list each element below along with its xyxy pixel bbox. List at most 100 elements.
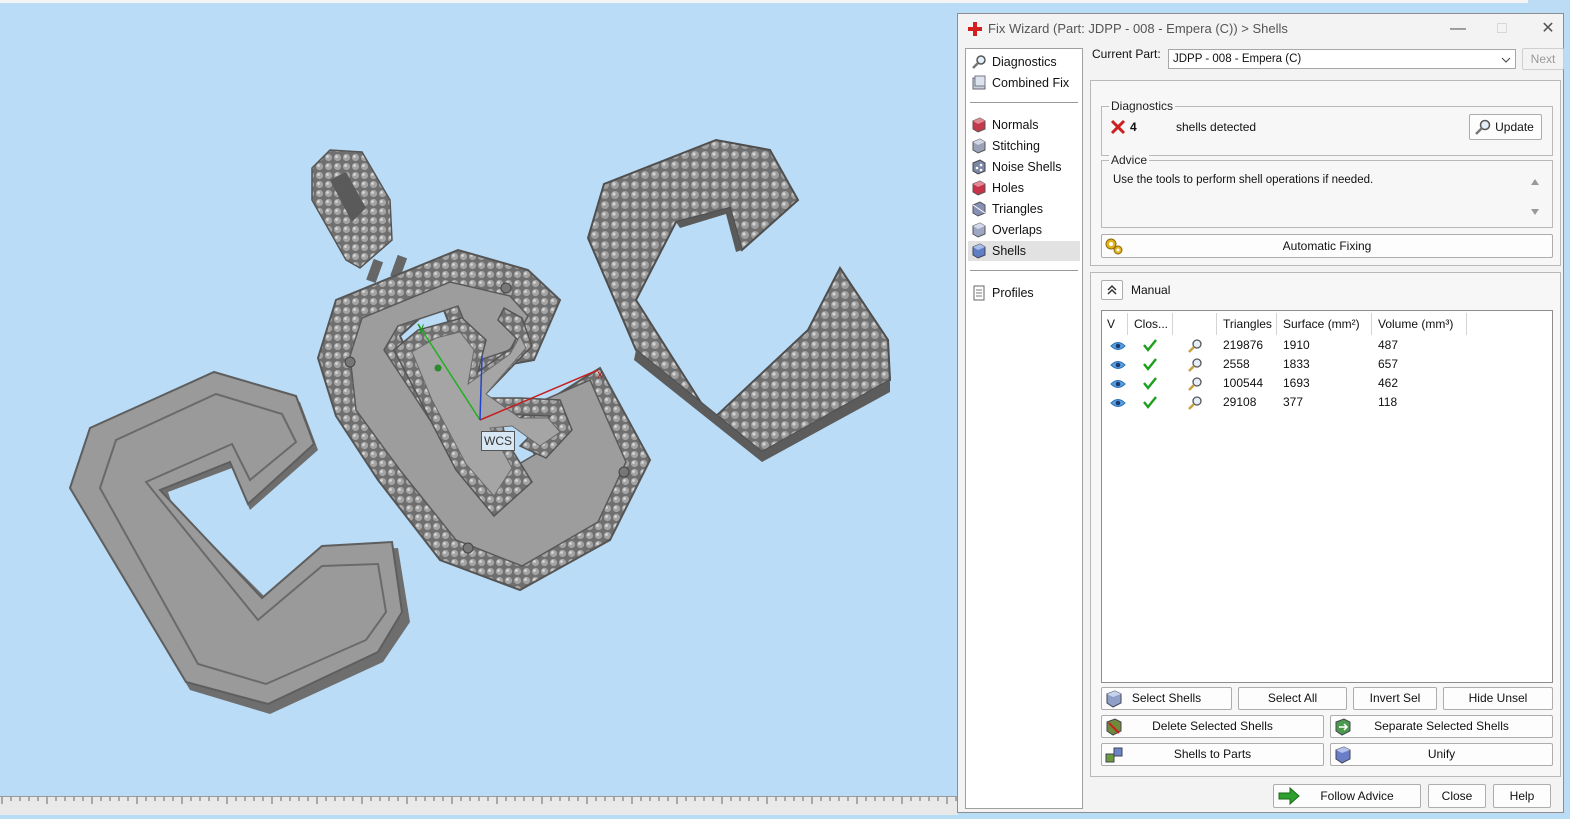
- shells-to-parts-button[interactable]: Shells to Parts: [1101, 743, 1324, 766]
- cell-volume: 657: [1378, 357, 1399, 371]
- col-header-closed[interactable]: Clos...: [1128, 313, 1173, 335]
- 3d-viewport[interactable]: x y WCS: [0, 0, 958, 815]
- nav-item-triangles[interactable]: Triangles: [968, 199, 1080, 219]
- title-bar: Fix Wizard (Part: JDPP - 008 - Empera (C…: [958, 14, 1563, 44]
- cell-triangles: 100544: [1223, 376, 1264, 390]
- stitching-cube-icon: [972, 138, 986, 154]
- col-header-volume[interactable]: Volume (mm³): [1372, 313, 1467, 335]
- paved-letter-c-right: [586, 138, 892, 462]
- axis-y-label: y: [418, 320, 424, 334]
- cell-surface: 377: [1283, 395, 1304, 409]
- manual-title: Manual: [1131, 283, 1171, 297]
- nav-item-profiles[interactable]: Profiles: [968, 283, 1080, 303]
- advice-box: [1101, 160, 1553, 228]
- magnifier-icon[interactable]: [1187, 395, 1203, 414]
- nav-separator: [970, 270, 1078, 271]
- select-shells-button[interactable]: Select Shells: [1101, 687, 1232, 710]
- cell-triangles: 29108: [1223, 395, 1257, 409]
- cell-surface: 1910: [1283, 338, 1310, 352]
- delete-shell-icon: [1106, 718, 1122, 736]
- normals-cube-icon: [972, 117, 986, 133]
- error-x-icon: [1110, 119, 1126, 135]
- profiles-icon: [973, 285, 985, 301]
- nav-item-diagnostics[interactable]: Diagnostics: [968, 52, 1080, 72]
- help-button[interactable]: Help: [1493, 784, 1551, 808]
- cell-triangles: 2558: [1223, 357, 1250, 371]
- nav-item-normals[interactable]: Normals: [968, 115, 1080, 135]
- select-all-button[interactable]: Select All: [1238, 687, 1347, 710]
- magnifier-icon: [972, 55, 986, 69]
- fix-wizard-dialog: Fix Wizard (Part: JDPP - 008 - Empera (C…: [957, 13, 1564, 813]
- nav-item-combined-fix[interactable]: Combined Fix: [968, 73, 1080, 93]
- pendant-outline-letters: [316, 248, 652, 592]
- advice-text: Use the tools to perform shell operation…: [1113, 174, 1374, 186]
- separate-shell-icon: [1335, 718, 1351, 736]
- cell-volume: 462: [1378, 376, 1399, 390]
- chevron-up-double-icon: [1107, 284, 1117, 295]
- nav-item-holes[interactable]: Holes: [968, 178, 1080, 198]
- table-row[interactable]: 2558 1833 657: [1102, 355, 1552, 374]
- shells-cube-icon: [972, 243, 986, 259]
- model-render: [68, 138, 892, 714]
- top-edge: [0, 0, 1528, 3]
- invert-sel-button[interactable]: Invert Sel: [1353, 687, 1437, 710]
- follow-advice-button[interactable]: Follow Advice: [1273, 784, 1421, 808]
- col-header-surface[interactable]: Surface (mm²): [1277, 313, 1372, 335]
- nav-item-overlaps[interactable]: Overlaps: [968, 220, 1080, 240]
- current-part-label: Current Part:: [1092, 47, 1161, 61]
- wcs-label: WCS: [481, 431, 515, 451]
- advice-title: Advice: [1109, 153, 1150, 167]
- diagnostics-title: Diagnostics: [1109, 99, 1176, 113]
- separate-selected-shells-button[interactable]: Separate Selected Shells: [1330, 715, 1553, 738]
- ruler-ticks: [1, 797, 957, 804]
- table-row[interactable]: 219876 1910 487: [1102, 336, 1552, 355]
- unify-cube-icon: [1335, 746, 1351, 764]
- nav-separator: [970, 102, 1078, 103]
- nav-item-stitching[interactable]: Stitching: [968, 136, 1080, 156]
- collapse-manual-button[interactable]: [1101, 280, 1123, 300]
- fix-wizard-app-icon: [968, 22, 982, 36]
- arrow-right-icon: [1278, 787, 1300, 805]
- select-shells-cube-icon: [1106, 690, 1122, 708]
- nav-item-noise-shells[interactable]: Noise Shells: [968, 157, 1080, 177]
- close-button[interactable]: Close: [1428, 784, 1486, 808]
- holes-cube-icon: [972, 180, 986, 196]
- triangles-cube-icon: [972, 201, 986, 217]
- noise-shells-icon: [972, 159, 986, 175]
- automatic-fixing-button[interactable]: Automatic Fixing: [1101, 234, 1553, 258]
- scroll-up-arrow-icon[interactable]: [1530, 178, 1540, 186]
- minimize-button[interactable]: —: [1446, 18, 1470, 40]
- axis-x-label: x: [597, 367, 603, 381]
- cell-volume: 118: [1378, 395, 1398, 409]
- shells-table[interactable]: V Clos... Triangles Surface (mm²) Volume…: [1101, 310, 1553, 683]
- overlaps-cube-icon: [972, 222, 986, 238]
- current-part-select[interactable]: JDPP - 008 - Empera (C): [1168, 49, 1516, 69]
- gears-icon: [1105, 238, 1123, 255]
- cell-surface: 1693: [1283, 376, 1310, 390]
- cell-surface: 1833: [1283, 357, 1310, 371]
- col-header-select[interactable]: [1173, 313, 1217, 335]
- delete-selected-shells-button[interactable]: Delete Selected Shells: [1101, 715, 1324, 738]
- table-row[interactable]: 29108 377 118: [1102, 393, 1552, 412]
- shell-count: 4: [1130, 120, 1137, 134]
- table-row[interactable]: 100544 1693 462: [1102, 374, 1552, 393]
- bottom-ruler: [0, 796, 958, 815]
- unify-button[interactable]: Unify: [1330, 743, 1553, 766]
- diagnostics-message: shells detected: [1176, 120, 1257, 134]
- cell-volume: 487: [1378, 338, 1399, 352]
- scroll-down-arrow-icon[interactable]: [1530, 208, 1540, 216]
- close-window-button[interactable]: ✕: [1536, 18, 1560, 40]
- nav-item-shells[interactable]: Shells: [968, 241, 1080, 261]
- eye-icon[interactable]: [1110, 397, 1126, 416]
- col-header-triangles[interactable]: Triangles: [1217, 313, 1277, 335]
- maximize-button[interactable]: □: [1490, 18, 1514, 40]
- chevron-down-icon: [1501, 57, 1511, 63]
- hide-unsel-button[interactable]: Hide Unsel: [1443, 687, 1553, 710]
- window-title: Fix Wizard (Part: JDPP - 008 - Empera (C…: [988, 21, 1288, 36]
- col-header-visible[interactable]: V: [1102, 313, 1128, 335]
- next-button[interactable]: Next: [1522, 48, 1564, 70]
- wizard-nav-panel: Diagnostics Combined Fix Normals Stitchi…: [965, 48, 1083, 809]
- shells-to-parts-icon: [1105, 747, 1123, 763]
- update-button[interactable]: Update: [1469, 114, 1542, 140]
- magnifier-icon: [1475, 119, 1491, 135]
